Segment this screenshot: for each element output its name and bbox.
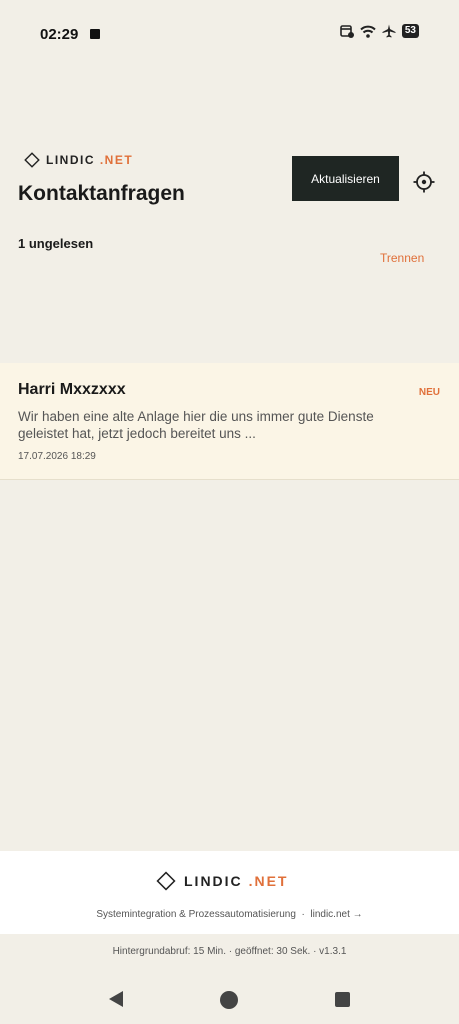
page-title: Kontaktanfragen xyxy=(18,182,185,205)
footer: LINDIC .NET Systemintegration & Prozessa… xyxy=(0,851,459,934)
footer-brand-name: LINDIC .NET xyxy=(184,873,288,889)
unread-count: 1 ungelesen xyxy=(18,236,94,251)
settings-gear-icon[interactable] xyxy=(412,170,436,194)
footer-tagline: Systemintegration & Prozessautomatisieru… xyxy=(96,909,296,920)
recents-square-icon[interactable] xyxy=(335,992,350,1007)
footer-tagline-row: Systemintegration & Prozessautomatisieru… xyxy=(0,909,459,920)
message-list-item[interactable]: Harri Mxxzxxx NEU Wir haben eine alte An… xyxy=(0,363,459,480)
notification-square-icon xyxy=(90,29,100,39)
sender-name: Harri Mxxzxxx xyxy=(18,381,126,398)
app-meta-info: Hintergrundabruf: 15 Min. · geöffnet: 30… xyxy=(112,946,347,957)
status-bar: 02:29 53 xyxy=(0,0,459,60)
message-preview: Wir haben eine alte Anlage hier die uns … xyxy=(18,409,374,441)
message-timestamp: 17.07.2026 18:29 xyxy=(18,451,96,462)
back-triangle-icon[interactable] xyxy=(108,990,124,1008)
home-circle-icon[interactable] xyxy=(220,991,238,1009)
footer-brand-logo: LINDIC .NET xyxy=(156,871,288,891)
footer-brand-main: LINDIC xyxy=(184,873,243,889)
brand-main: LINDIC xyxy=(46,153,95,167)
calendar-alarm-icon xyxy=(340,25,354,38)
status-time: 02:29 xyxy=(40,26,79,43)
airplane-icon xyxy=(382,24,396,38)
system-navigation-bar xyxy=(0,978,459,1024)
header-brand-logo: LINDIC .NET xyxy=(24,152,133,168)
footer-separator: · xyxy=(301,909,305,920)
battery-icon: 53 xyxy=(401,24,419,38)
wifi-icon xyxy=(360,25,376,38)
footer-brand-accent: .NET xyxy=(248,873,289,889)
disconnect-link[interactable]: Trennen xyxy=(380,251,424,265)
new-badge: NEU xyxy=(418,387,440,398)
status-icons: 53 xyxy=(340,24,419,38)
diamond-logo-icon xyxy=(24,152,40,168)
brand-accent: .NET xyxy=(99,153,134,167)
refresh-button[interactable]: Aktualisieren xyxy=(292,156,399,201)
diamond-logo-icon xyxy=(156,871,176,891)
brand-name: LINDIC .NET xyxy=(46,153,133,167)
website-link[interactable]: lindic.net → xyxy=(310,909,362,920)
